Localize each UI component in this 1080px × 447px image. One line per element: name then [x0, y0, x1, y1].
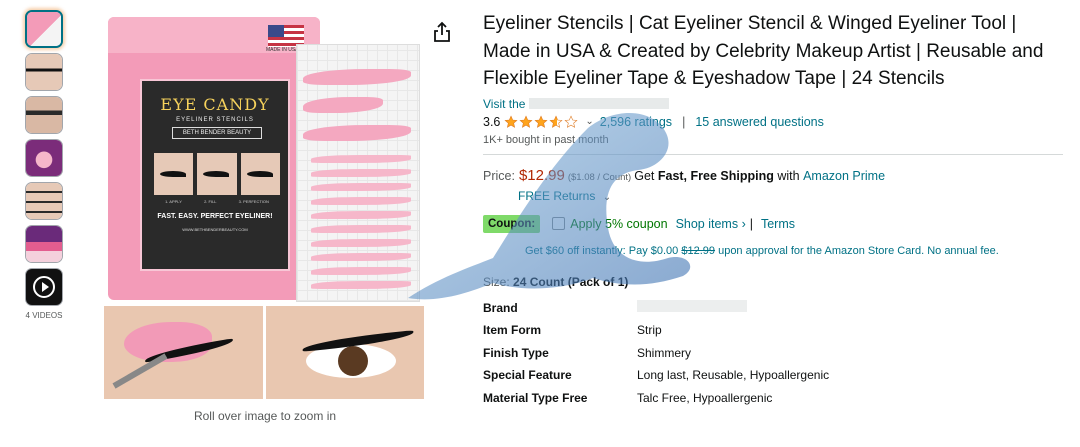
share-icon [434, 21, 450, 42]
thumbnail-6[interactable] [25, 225, 63, 263]
price-label: Price: [483, 168, 515, 183]
thumbnail-image [26, 226, 62, 262]
spec-key: Material Type Free [483, 390, 588, 405]
divider [483, 153, 1063, 155]
eye-steps: 1. APPLY 2. FILL 3. PERFECTION [154, 199, 280, 204]
star-icon [549, 114, 563, 128]
product-title: Eyeliner Stencils | Cat Eyeliner Stencil… [483, 13, 1044, 89]
visit-store-prefix: Visit the [483, 96, 526, 111]
visit-store-link[interactable]: Visit the [483, 97, 1068, 111]
made-in-usa-text: MADE IN USA [266, 47, 299, 53]
product-label-card: EYE CANDY EYELINER STENCILS BETH BENDER … [140, 79, 290, 271]
price: $12.99 [518, 166, 565, 184]
brand-logo-text: EYE CANDY [160, 95, 270, 114]
amazon-prime-link[interactable]: Amazon Prime [803, 169, 885, 183]
card-offer-prefix: Get $60 off instantly: Pay $0.00 [525, 244, 679, 257]
thumbnail-strip: 4 VIDEOS [22, 10, 66, 320]
thumbnail-image [26, 97, 62, 133]
step-label: 2. FILL [204, 199, 217, 204]
thumbnail-5[interactable] [25, 182, 63, 220]
brand-subtitle: EYELINER STENCILS [176, 117, 254, 123]
thumbnail-1[interactable] [25, 10, 63, 48]
thumbnail-3[interactable] [25, 96, 63, 134]
size-label: Size: [483, 274, 510, 289]
usage-photo-result [265, 306, 424, 399]
videos-count-label: 4 VIDEOS [25, 311, 63, 320]
apply-coupon-checkbox[interactable] [552, 217, 566, 230]
size-value: 24 Count (Pack of 1) [513, 274, 629, 289]
spec-row-item-form: Item Form Strip [483, 319, 829, 342]
rating-row: 3.6 ⌄ 2,596 ratings | 15 answered questi… [483, 115, 1068, 129]
play-icon [33, 276, 55, 298]
spec-row-special-feature: Special Feature Long last, Reusable, Hyp… [483, 364, 829, 387]
brand-box: BETH BENDER BEAUTY [172, 127, 262, 139]
store-card-offer[interactable]: Get $60 off instantly: Pay $0.00 $12.99 … [525, 245, 1068, 257]
coupon-row: Coupon: Apply 5% coupon Shop items › | T… [483, 214, 1068, 233]
thumbnail-image [26, 54, 62, 90]
spec-value: Shimmery [637, 345, 692, 360]
spec-key: Item Form [483, 323, 542, 338]
step-label: 1. APPLY [165, 199, 182, 204]
spec-table: Brand Item Form Strip Finish Type Shimme… [483, 297, 829, 410]
chevron-down-icon[interactable]: ⌄ [585, 116, 593, 127]
shipping-prefix: Get [634, 168, 655, 183]
free-returns-label: FREE Returns [518, 188, 596, 203]
spec-key: Finish Type [483, 345, 549, 360]
star-icon [504, 114, 518, 128]
video-thumbnail[interactable] [25, 268, 63, 306]
star-icon [519, 114, 533, 128]
product-pouch: MADE IN USA EYE CANDY EYELINER STENCILS … [108, 17, 320, 300]
usage-photo-stencil [104, 306, 263, 399]
spec-row-material-free: Material Type Free Talc Free, Hypoallerg… [483, 387, 829, 410]
chevron-down-icon: ⌄ [602, 191, 612, 203]
unit-price: ($1.08 / Count) [567, 171, 632, 183]
thumbnail-4[interactable] [25, 139, 63, 177]
ratings-count-link[interactable]: 2,596 ratings [600, 115, 672, 129]
shipping-with: with [777, 168, 800, 183]
card-offer-strike: $12.99 [681, 244, 716, 257]
spec-row-brand: Brand [483, 297, 829, 320]
apply-coupon-text[interactable]: Apply 5% coupon [570, 217, 667, 231]
card-offer-suffix: upon approval for the Amazon Store Card.… [718, 244, 999, 257]
divider: | [682, 114, 686, 129]
answered-questions-link[interactable]: 15 answered questions [695, 115, 824, 129]
spec-value: Talc Free, Hypoallergenic [637, 390, 773, 405]
coupon-badge: Coupon: [483, 214, 541, 233]
shop-items-link[interactable]: Shop items › [676, 217, 746, 231]
share-button[interactable] [431, 21, 453, 43]
thumbnail-2[interactable] [25, 53, 63, 91]
spec-row-finish-type: Finish Type Shimmery [483, 342, 829, 365]
stencil-sheet [296, 44, 420, 302]
rating-value: 3.6 [483, 114, 501, 129]
terms-link[interactable]: Terms [761, 217, 795, 231]
star-icon [534, 114, 548, 128]
free-returns-link[interactable]: FREE Returns ⌄ [518, 189, 1068, 203]
fast-free-shipping: Fast, Free Shipping [657, 168, 774, 183]
eye-examples [154, 153, 280, 195]
spec-key: Special Feature [483, 368, 572, 383]
divider: | [749, 216, 753, 231]
price-row: Price: $12.99 ($1.08 / Count) Get Fast, … [483, 167, 1068, 184]
thumbnail-image [26, 140, 62, 176]
size-row: Size: 24 Count (Pack of 1) [483, 275, 1068, 289]
step-label: 3. PERFECTION [238, 199, 269, 204]
star-icon [564, 114, 578, 128]
spec-value: Long last, Reusable, Hypoallergenic [637, 368, 830, 383]
spec-key: Brand [483, 300, 518, 315]
spec-value: Strip [637, 323, 662, 338]
bought-past-month: 1K+ bought in past month [483, 133, 609, 146]
thumbnail-image [27, 12, 61, 46]
store-name-redacted [529, 98, 670, 109]
star-rating[interactable] [504, 114, 579, 129]
thumbnail-image [26, 183, 62, 219]
spec-value-brand-redacted [637, 297, 829, 320]
product-tagline: FAST. EASY. PERFECT EYELINER! [157, 213, 273, 220]
zoom-caption: Roll over image to zoom in [193, 409, 337, 423]
product-site: WWW.BETHBENDERBEAUTY.COM [182, 227, 248, 232]
product-details: Eyeliner Stencils | Cat Eyeliner Stencil… [483, 10, 1068, 409]
product-usage-photos[interactable] [104, 306, 424, 399]
main-product-image[interactable]: MADE IN USA EYE CANDY EYELINER STENCILS … [100, 10, 430, 302]
